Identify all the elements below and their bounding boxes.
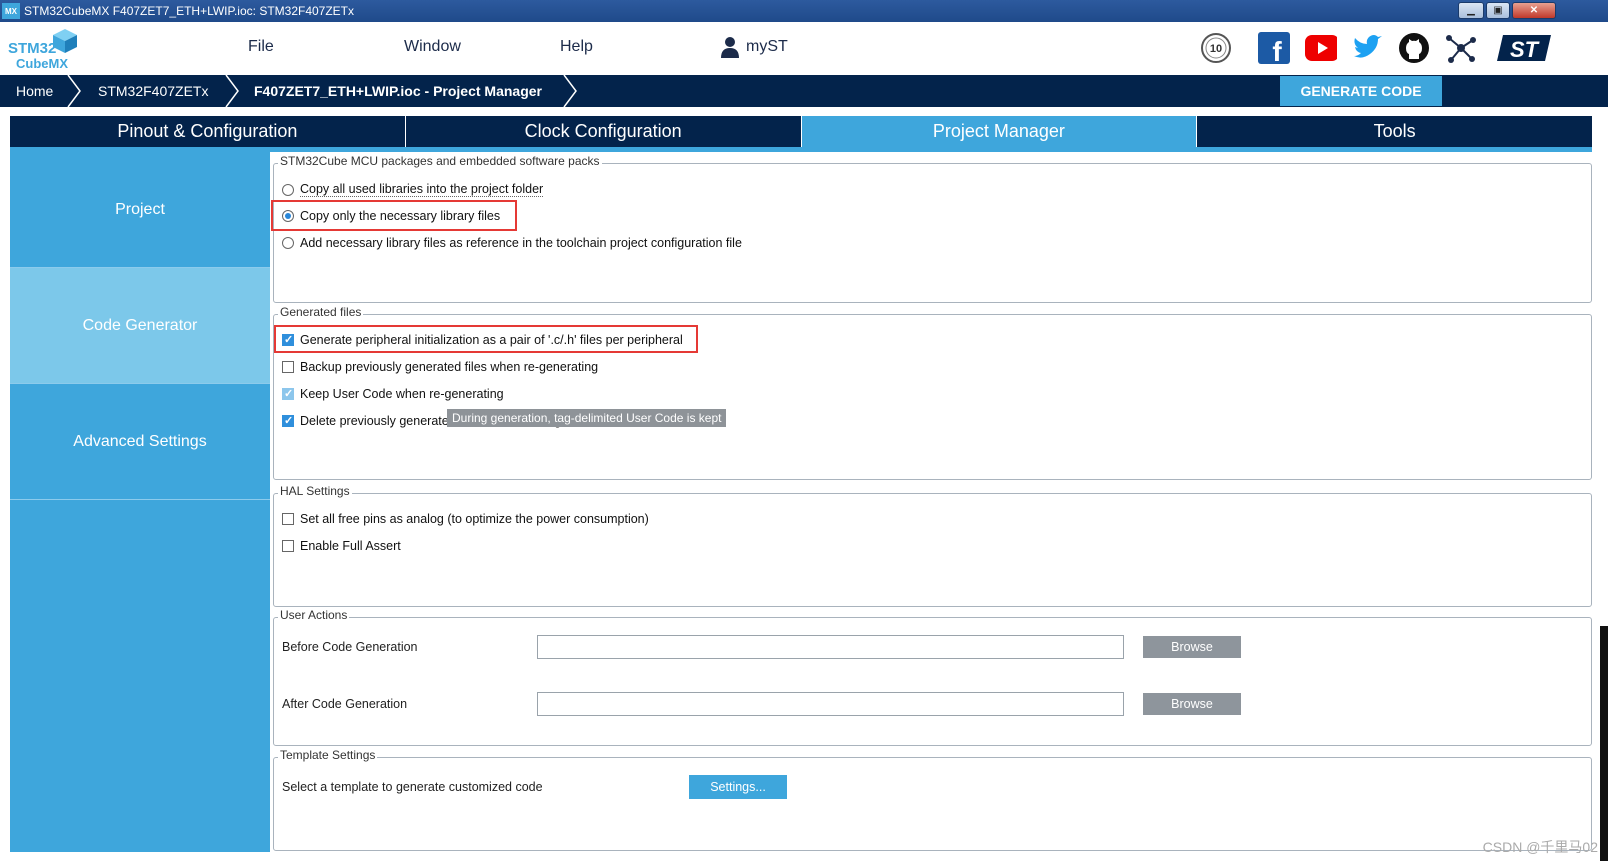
logo-text-cubemx: CubeMX xyxy=(16,56,68,71)
maximize-button[interactable]: ▣ xyxy=(1486,2,1510,19)
facebook-icon[interactable]: f xyxy=(1258,32,1290,64)
minimize-button[interactable]: ▁ xyxy=(1458,2,1484,19)
before-generation-label: Before Code Generation xyxy=(282,640,418,654)
template-settings-group: Template Settings Select a template to g… xyxy=(273,748,1592,851)
st-logo-icon[interactable]: ST xyxy=(1495,32,1553,64)
close-button[interactable]: ✕ xyxy=(1512,2,1556,19)
tab-project-manager[interactable]: Project Manager xyxy=(801,116,1198,147)
option-label: Backup previously generated files when r… xyxy=(300,360,599,374)
logo-text-stm32: STM32 xyxy=(8,40,57,57)
template-settings-button[interactable]: Settings... xyxy=(689,775,787,799)
template-label: Select a template to generate customized… xyxy=(282,780,543,794)
tab-tools[interactable]: Tools xyxy=(1197,116,1592,147)
checkbox-checked-disabled[interactable] xyxy=(282,387,294,400)
user-actions-legend: User Actions xyxy=(278,608,350,622)
app-icon: MX xyxy=(2,3,20,19)
option-full-assert[interactable]: Enable Full Assert xyxy=(282,539,401,553)
svg-text:f: f xyxy=(1272,36,1282,64)
nav-project[interactable]: Project xyxy=(10,152,270,268)
checkbox[interactable] xyxy=(282,361,294,373)
before-generation-input[interactable] xyxy=(537,635,1124,659)
after-generation-input[interactable] xyxy=(537,692,1124,716)
menu-window[interactable]: Window xyxy=(404,38,461,56)
watermark: CSDN @千里马02 xyxy=(1482,839,1598,855)
after-generation-label: After Code Generation xyxy=(282,697,408,711)
generate-code-button[interactable]: GENERATE CODE xyxy=(1280,76,1442,106)
chevron-right-icon xyxy=(225,75,239,107)
tab-pinout-configuration[interactable]: Pinout & Configuration xyxy=(10,116,406,147)
chevron-right-icon xyxy=(563,75,577,107)
myst-label: myST xyxy=(746,38,788,55)
github-icon[interactable] xyxy=(1398,32,1430,64)
option-copy-all-libraries[interactable]: Copy all used libraries into the project… xyxy=(282,182,544,197)
user-actions-group: User Actions Before Code Generation Brow… xyxy=(273,608,1592,746)
myst-button[interactable]: myST xyxy=(720,36,788,58)
breadcrumb: Home STM32F407ZETx F407ZET7_ETH+LWIP.ioc… xyxy=(0,75,1608,107)
highlight-box xyxy=(271,200,517,231)
checkbox-checked[interactable] xyxy=(282,414,294,427)
anniversary-badge-icon[interactable]: 10 xyxy=(1200,32,1232,64)
template-legend: Template Settings xyxy=(278,748,378,762)
stm32cubemx-logo: STM32 CubeMX xyxy=(8,28,80,71)
tab-clock-configuration[interactable]: Clock Configuration xyxy=(405,116,802,147)
main-tabs: Pinout & Configuration Clock Configurati… xyxy=(10,116,1592,147)
svg-text:ST: ST xyxy=(1510,37,1540,62)
menu-file[interactable]: File xyxy=(248,38,274,56)
window-title-bar: MX STM32CubeMX F407ZET7_ETH+LWIP.ioc: ST… xyxy=(0,0,1608,22)
nav-code-generator[interactable]: Code Generator xyxy=(10,268,270,384)
scrollbar[interactable] xyxy=(1600,626,1608,861)
radio-button[interactable] xyxy=(282,183,294,196)
radio-button[interactable] xyxy=(282,237,294,249)
user-icon xyxy=(721,37,739,58)
tooltip: During generation, tag-delimited User Co… xyxy=(447,409,727,427)
network-icon[interactable] xyxy=(1445,32,1477,64)
option-label: Enable Full Assert xyxy=(300,539,401,553)
packs-legend: STM32Cube MCU packages and embedded soft… xyxy=(278,154,602,168)
chevron-right-icon xyxy=(67,75,81,107)
breadcrumb-home[interactable]: Home xyxy=(16,75,53,107)
breadcrumb-mcu[interactable]: STM32F407ZETx xyxy=(98,75,208,107)
option-label: Add necessary library files as reference… xyxy=(300,236,742,250)
option-label: Copy all used libraries into the project… xyxy=(300,182,544,197)
generated-files-legend: Generated files xyxy=(278,305,364,319)
generated-files-group: Generated files Generate peripheral init… xyxy=(273,305,1592,480)
hal-legend: HAL Settings xyxy=(278,484,352,498)
menu-bar: STM32 CubeMX File Window Help myST 10 f … xyxy=(0,22,1608,75)
packs-group: STM32Cube MCU packages and embedded soft… xyxy=(271,154,1592,303)
youtube-icon[interactable] xyxy=(1305,32,1337,64)
nav-advanced-settings[interactable]: Advanced Settings xyxy=(10,384,270,500)
hal-settings-group: HAL Settings Set all free pins as analog… xyxy=(273,484,1592,607)
left-nav: Project Code Generator Advanced Settings xyxy=(10,152,270,852)
checkbox[interactable] xyxy=(282,540,294,552)
checkbox[interactable] xyxy=(282,513,294,525)
browse-after-button[interactable]: Browse xyxy=(1143,693,1241,715)
highlight-box xyxy=(274,325,698,353)
window-title: STM32CubeMX F407ZET7_ETH+LWIP.ioc: STM32… xyxy=(24,4,355,18)
twitter-icon[interactable] xyxy=(1352,32,1384,64)
option-add-library-reference[interactable]: Add necessary library files as reference… xyxy=(282,236,742,250)
option-backup-generated-files[interactable]: Backup previously generated files when r… xyxy=(282,360,598,374)
breadcrumb-project[interactable]: F407ZET7_ETH+LWIP.ioc - Project Manager xyxy=(254,75,542,107)
option-keep-user-code[interactable]: Keep User Code when re-generating xyxy=(282,387,504,401)
browse-before-button[interactable]: Browse xyxy=(1143,636,1241,658)
option-label: Keep User Code when re-generating xyxy=(300,387,504,401)
svg-text:10: 10 xyxy=(1210,43,1222,55)
menu-help[interactable]: Help xyxy=(560,38,593,56)
option-free-pins-analog[interactable]: Set all free pins as analog (to optimize… xyxy=(282,512,649,526)
option-label: Set all free pins as analog (to optimize… xyxy=(300,512,649,526)
